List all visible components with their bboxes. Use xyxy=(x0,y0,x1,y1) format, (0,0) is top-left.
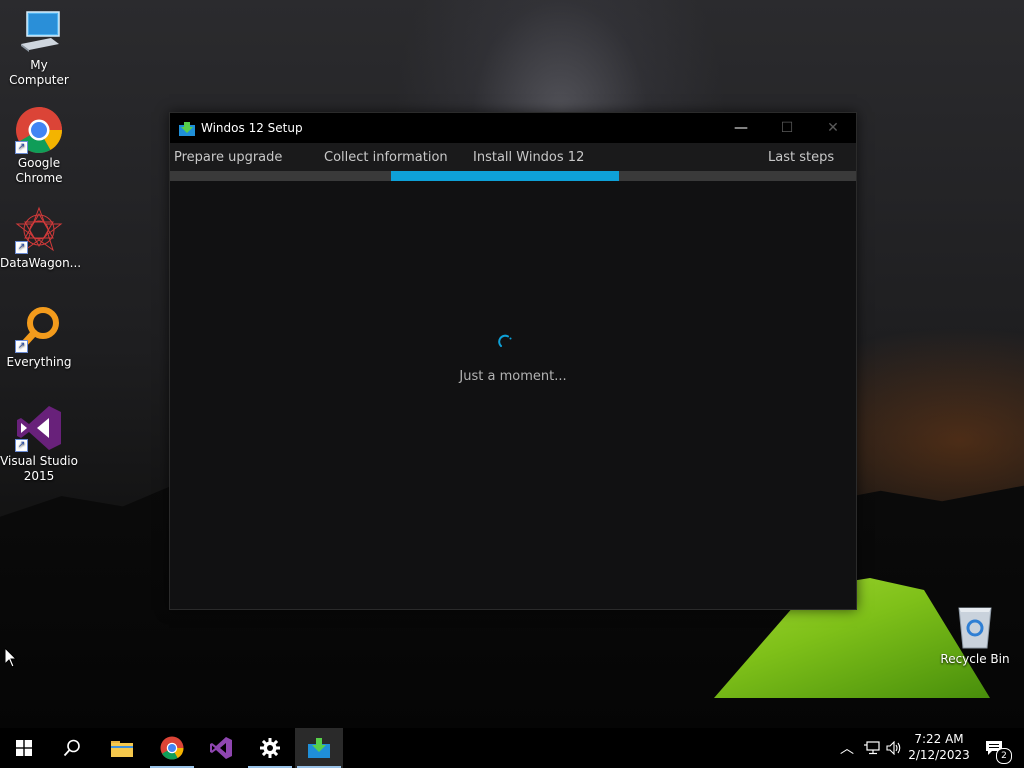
setup-app-icon xyxy=(179,121,195,136)
taskbar: ︿ 7:22 AM 2/12/2023 2 xyxy=(0,728,1024,768)
setup-icon xyxy=(308,738,330,758)
setup-window: Windos 12 Setup — ☐ ✕ Prepare upgrade Co… xyxy=(169,112,857,610)
taskbar-visual-studio[interactable] xyxy=(197,728,245,768)
desktop-icon-everything[interactable]: ↗ Everything xyxy=(0,305,78,370)
step-prepare-upgrade: Prepare upgrade xyxy=(174,150,283,165)
start-icon xyxy=(16,740,32,756)
desktop-icon-my-computer[interactable]: My Computer xyxy=(0,8,78,88)
shortcut-arrow-icon: ↗ xyxy=(15,241,28,254)
desktop-icon-label: Google Chrome xyxy=(15,156,63,185)
mouse-cursor-icon xyxy=(4,646,18,672)
minimize-button[interactable]: — xyxy=(718,113,764,143)
action-center-button[interactable]: 2 xyxy=(980,728,1012,768)
step-last-steps: Last steps xyxy=(768,150,835,165)
desktop-icon-recycle-bin[interactable]: Recycle Bin xyxy=(936,602,1014,667)
loading-spinner-icon xyxy=(498,334,514,350)
speaker-icon xyxy=(886,741,901,755)
datawagon-icon: ↗ xyxy=(15,206,63,254)
setup-progress-bar xyxy=(170,171,856,181)
taskbar-clock[interactable]: 7:22 AM 2/12/2023 xyxy=(904,731,974,763)
step-install-windos: Install Windos 12 xyxy=(473,150,585,165)
network-button[interactable] xyxy=(861,728,883,768)
visual-studio-icon: ↗ xyxy=(15,404,63,452)
close-button[interactable]: ✕ xyxy=(810,113,856,143)
taskbar-settings[interactable] xyxy=(246,728,294,768)
desktop-icon-label: Recycle Bin xyxy=(940,652,1010,666)
start-button[interactable] xyxy=(0,728,48,768)
taskbar-chrome[interactable] xyxy=(148,728,196,768)
shortcut-arrow-icon: ↗ xyxy=(15,340,28,353)
chrome-icon: ↗ xyxy=(15,106,63,154)
network-icon xyxy=(864,741,880,755)
taskbar-file-explorer[interactable] xyxy=(98,728,146,768)
show-hidden-icons-button[interactable]: ︿ xyxy=(838,728,856,768)
shortcut-arrow-icon: ↗ xyxy=(15,141,28,154)
status-text: Just a moment... xyxy=(459,369,567,384)
window-titlebar[interactable]: Windos 12 Setup — ☐ ✕ xyxy=(170,113,856,143)
chevron-up-icon: ︿ xyxy=(840,741,854,757)
notification-count-badge: 2 xyxy=(996,748,1012,764)
setup-progress-fill xyxy=(391,171,619,181)
maximize-button[interactable]: ☐ xyxy=(764,113,810,143)
setup-steps: Prepare upgrade Collect information Inst… xyxy=(170,143,856,171)
file-explorer-icon xyxy=(111,741,133,757)
search-icon xyxy=(63,739,80,757)
desktop-icon-visual-studio[interactable]: ↗ Visual Studio 2015 xyxy=(0,404,78,484)
desktop-icon-label: Visual Studio 2015 xyxy=(0,454,78,483)
step-collect-information: Collect information xyxy=(324,150,448,165)
taskbar-setup[interactable] xyxy=(295,728,343,768)
desktop-icon-label: Everything xyxy=(6,355,72,369)
chrome-icon xyxy=(160,736,184,760)
clock-time: 7:22 AM xyxy=(914,732,964,746)
settings-icon xyxy=(260,738,280,758)
desktop-icon-label: My Computer xyxy=(9,58,69,87)
search-button[interactable] xyxy=(48,728,96,768)
desktop-icon-label: DataWagon... xyxy=(0,256,82,270)
everything-search-icon: ↗ xyxy=(15,305,63,353)
visual-studio-icon xyxy=(210,737,232,759)
window-title: Windos 12 Setup xyxy=(201,121,303,135)
desktop-icon-datawagon[interactable]: ↗ DataWagon... xyxy=(0,206,82,271)
clock-date: 2/12/2023 xyxy=(908,748,970,762)
desktop-icon-google-chrome[interactable]: ↗ Google Chrome xyxy=(0,106,78,186)
volume-button[interactable] xyxy=(884,728,904,768)
computer-icon xyxy=(15,8,63,56)
recycle-bin-icon xyxy=(951,602,999,650)
shortcut-arrow-icon: ↗ xyxy=(15,439,28,452)
